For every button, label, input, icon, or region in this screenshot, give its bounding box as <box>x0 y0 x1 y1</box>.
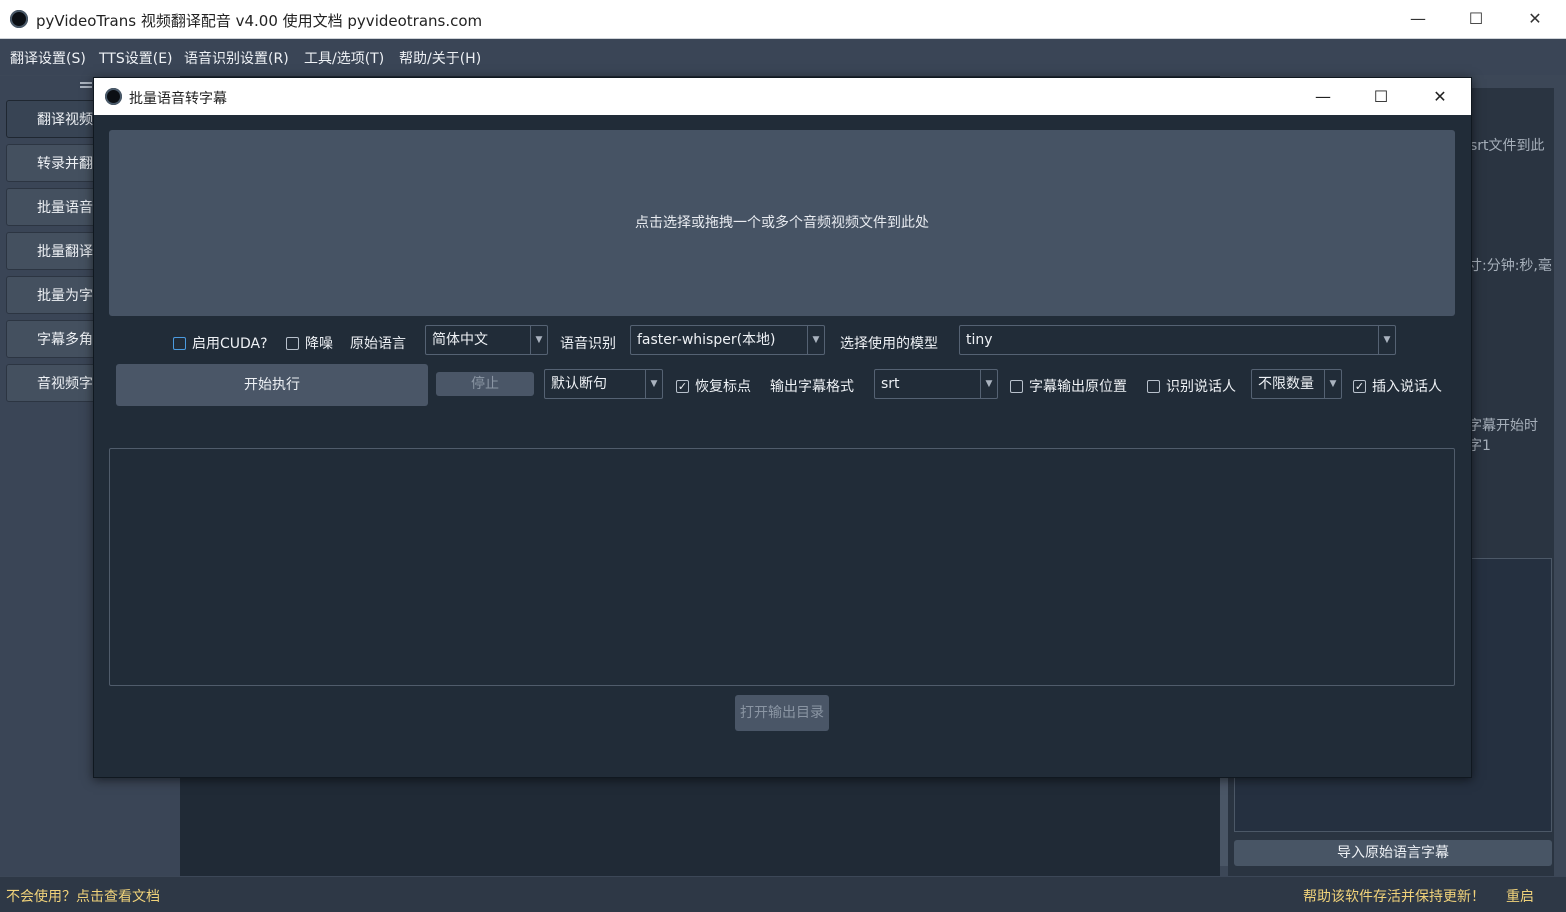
format-select[interactable]: srt ▼ <box>874 369 998 399</box>
cuda-checkbox[interactable]: 启用CUDA? <box>173 333 268 353</box>
file-drop-zone[interactable]: 点击选择或拖拽一个或多个音频视频文件到此处 <box>109 130 1455 316</box>
menu-help[interactable]: 帮助/关于(H) <box>399 48 481 68</box>
cuda-label: 启用CUDA? <box>192 336 268 352</box>
menu-tools[interactable]: 工具/选项(T) <box>304 48 384 68</box>
asr-label: 语音识别 <box>560 336 616 352</box>
chevron-down-icon[interactable]: ▼ <box>645 370 662 398</box>
status-bar: 不会使用？点击查看文档 帮助该软件存活并保持更新！ 重启 <box>0 877 1566 912</box>
restore-punct-label: 恢复标点 <box>695 379 751 395</box>
model-label: 选择使用的模型 <box>840 336 938 352</box>
chevron-down-icon[interactable]: ▼ <box>1324 370 1341 398</box>
denoise-checkbox[interactable]: 降噪 <box>286 333 333 353</box>
insert-speaker-checkbox[interactable]: ✓ 插入说话人 <box>1353 376 1442 396</box>
asr-engine-value: faster-whisper(本地) <box>637 332 776 348</box>
window-title: pyVideoTrans 视频翻译配音 v4.00 使用文档 pyvideotr… <box>36 12 483 30</box>
source-language-label: 原始语言 <box>350 336 406 352</box>
chevron-down-icon[interactable]: ▼ <box>530 326 547 354</box>
support-link[interactable]: 帮助该软件存活并保持更新！ <box>1303 886 1485 906</box>
format-label: 输出字幕格式 <box>770 379 854 395</box>
options-row-2: 默认断句 ▼ ✓ 恢复标点 输出字幕格式 srt ▼ 字幕输出原位置 识别说话人… <box>94 366 1471 406</box>
denoise-check-box[interactable] <box>286 336 299 350</box>
dialog-close-icon[interactable]: ✕ <box>1420 84 1460 110</box>
speaker-label: 识别说话人 <box>1166 379 1236 395</box>
insert-speaker-label: 插入说话人 <box>1372 379 1442 395</box>
split-mode-select[interactable]: 默认断句 ▼ <box>544 369 663 399</box>
splitter-grip-icon[interactable] <box>80 82 92 84</box>
denoise-label: 降噪 <box>305 336 333 352</box>
orig-pos-check-box[interactable] <box>1010 379 1023 393</box>
orig-pos-label: 字幕输出原位置 <box>1029 379 1127 395</box>
log-output-area[interactable] <box>109 448 1455 686</box>
dialog-title: 批量语音转字幕 <box>129 91 227 107</box>
dialog-title-bar: 批量语音转字幕 — ☐ ✕ <box>94 78 1471 115</box>
open-output-dir-button[interactable]: 打开输出目录 <box>735 695 829 731</box>
dialog-logo-icon <box>105 88 122 105</box>
right-hint-srt: srt文件到此 <box>1470 138 1545 154</box>
dialog-minimize-icon[interactable]: — <box>1303 84 1343 110</box>
import-subtitle-button[interactable]: 导入原始语言字幕 <box>1234 840 1552 866</box>
speaker-count-value: 不限数量 <box>1258 376 1314 392</box>
chevron-down-icon[interactable]: ▼ <box>1378 326 1395 354</box>
restore-punct-check-icon[interactable]: ✓ <box>676 379 689 393</box>
menu-bar: 翻译设置(S) TTS设置(E) 语音识别设置(R) 工具/选项(T) 帮助/关… <box>0 39 1566 75</box>
restore-punct-checkbox[interactable]: ✓ 恢复标点 <box>676 376 751 396</box>
minimize-icon[interactable]: — <box>1398 6 1438 32</box>
right-hint-start: 字幕开始时 <box>1468 418 1538 434</box>
model-select[interactable]: tiny ▼ <box>959 325 1396 355</box>
chevron-down-icon[interactable]: ▼ <box>980 370 997 398</box>
right-hint-time: 寸:分钟:秒,毫 <box>1468 258 1552 274</box>
source-language-select[interactable]: 简体中文 ▼ <box>425 325 548 355</box>
split-mode-value: 默认断句 <box>551 376 607 392</box>
panel-splitter[interactable] <box>1220 776 1228 866</box>
batch-asr-dialog: 批量语音转字幕 — ☐ ✕ 点击选择或拖拽一个或多个音频视频文件到此处 启用CU… <box>93 77 1472 778</box>
speaker-check-box[interactable] <box>1147 379 1160 393</box>
maximize-icon[interactable]: ☐ <box>1456 6 1496 32</box>
menu-tts-settings[interactable]: TTS设置(E) <box>99 48 173 68</box>
model-value: tiny <box>966 332 993 348</box>
speaker-checkbox[interactable]: 识别说话人 <box>1147 376 1236 396</box>
speaker-count-select[interactable]: 不限数量 ▼ <box>1251 369 1342 399</box>
app-logo-icon <box>10 10 28 28</box>
chevron-down-icon[interactable]: ▼ <box>807 326 824 354</box>
format-value: srt <box>881 376 900 392</box>
restart-link[interactable]: 重启 <box>1506 886 1534 906</box>
asr-engine-select[interactable]: faster-whisper(本地) ▼ <box>630 325 825 355</box>
menu-asr-settings[interactable]: 语音识别设置(R) <box>184 48 289 68</box>
options-row-1: 启用CUDA? 降噪 原始语言 简体中文 ▼ 语音识别 faster-whisp… <box>94 323 1471 363</box>
cuda-check-box[interactable] <box>173 336 186 350</box>
menu-translate-settings[interactable]: 翻译设置(S) <box>10 48 86 68</box>
close-icon[interactable]: ✕ <box>1515 6 1555 32</box>
docs-link[interactable]: 不会使用？点击查看文档 <box>6 886 160 906</box>
dialog-maximize-icon[interactable]: ☐ <box>1361 84 1401 110</box>
source-language-value: 简体中文 <box>432 332 488 348</box>
insert-speaker-check-icon[interactable]: ✓ <box>1353 379 1366 393</box>
main-title-bar: pyVideoTrans 视频翻译配音 v4.00 使用文档 pyvideotr… <box>0 0 1566 39</box>
orig-pos-checkbox[interactable]: 字幕输出原位置 <box>1010 376 1127 396</box>
